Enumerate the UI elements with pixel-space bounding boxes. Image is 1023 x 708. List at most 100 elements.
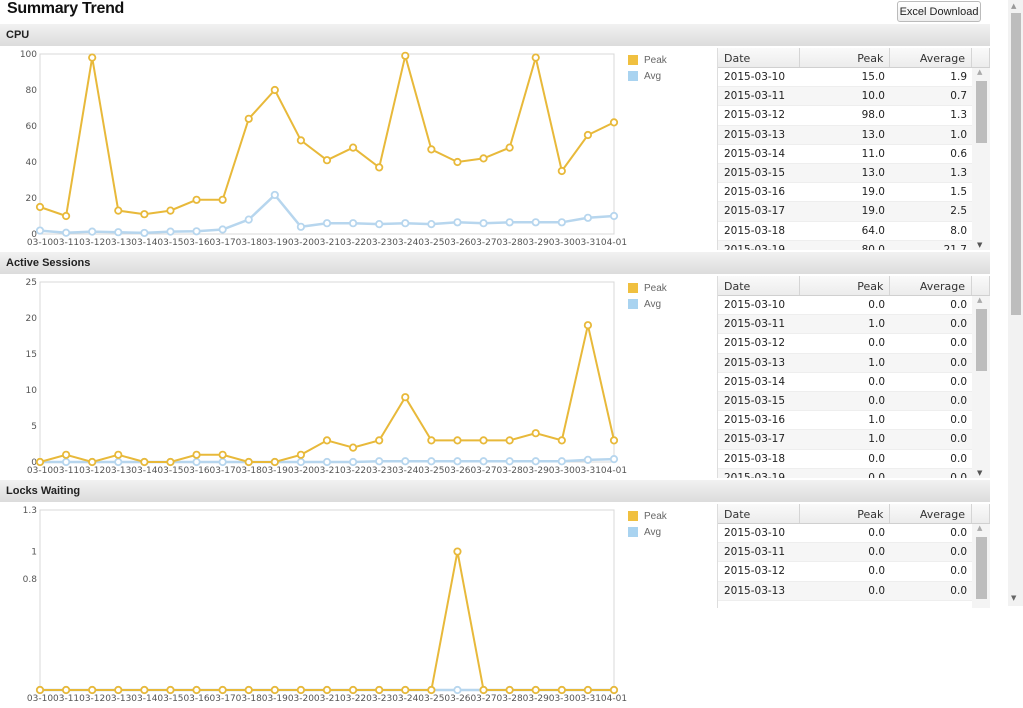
table-row[interactable]: 2015-03-14 0.0 0.0 — [718, 373, 973, 392]
scroll-up-icon[interactable]: ▲ — [977, 68, 982, 76]
excel-download-button[interactable]: Excel Download — [897, 1, 981, 22]
data-point-peak[interactable] — [427, 145, 436, 154]
data-point-avg[interactable] — [375, 220, 384, 229]
data-point-peak[interactable] — [244, 114, 253, 123]
data-point-peak[interactable] — [296, 136, 306, 145]
table-row[interactable]: 2015-03-17 1.0 0.0 — [718, 430, 973, 450]
legend-item-peak[interactable]: Peak — [628, 508, 667, 524]
data-point-peak[interactable] — [192, 195, 201, 204]
data-point-peak[interactable] — [296, 685, 306, 695]
table-row[interactable]: 2015-03-11 10.0 0.7 — [718, 87, 973, 107]
data-point-avg[interactable] — [505, 457, 514, 466]
data-point-peak[interactable] — [479, 436, 488, 445]
scroll-down-icon[interactable]: ▼ — [977, 469, 982, 477]
data-point-avg[interactable] — [35, 226, 45, 235]
data-point-peak[interactable] — [322, 156, 332, 165]
data-point-peak[interactable] — [192, 450, 201, 459]
data-point-peak[interactable] — [375, 685, 384, 695]
data-point-avg[interactable] — [375, 457, 384, 466]
data-point-peak[interactable] — [270, 85, 279, 95]
data-point-avg[interactable] — [453, 685, 462, 695]
data-point-avg[interactable] — [583, 213, 593, 222]
table-row[interactable]: 2015-03-19 80.0 21.7 — [718, 240, 973, 250]
data-point-peak[interactable] — [531, 53, 540, 62]
data-point-peak[interactable] — [61, 211, 71, 221]
scroll-up-icon[interactable]: ▲ — [1011, 2, 1016, 10]
data-point-peak[interactable] — [557, 166, 566, 176]
data-point-avg[interactable] — [322, 457, 332, 467]
data-point-avg[interactable] — [557, 457, 566, 466]
column-header-peak[interactable]: Peak — [800, 504, 891, 523]
column-header-date[interactable]: Date — [718, 504, 800, 523]
data-point-peak[interactable] — [609, 436, 619, 445]
data-point-peak[interactable] — [453, 547, 462, 556]
legend-item-peak[interactable]: Peak — [628, 52, 667, 68]
data-point-peak[interactable] — [35, 685, 45, 695]
data-point-peak[interactable] — [140, 457, 149, 467]
data-point-peak[interactable] — [218, 450, 227, 459]
data-point-avg[interactable] — [192, 227, 201, 236]
data-point-avg[interactable] — [505, 218, 514, 227]
data-point-peak[interactable] — [35, 202, 45, 212]
table-row[interactable]: 2015-03-12 0.0 0.0 — [718, 334, 973, 354]
data-point-avg[interactable] — [609, 211, 619, 221]
data-point-peak[interactable] — [479, 154, 488, 163]
column-header-average[interactable]: Average — [890, 48, 973, 67]
data-point-peak[interactable] — [244, 457, 253, 467]
table-row[interactable]: 2015-03-13 13.0 1.0 — [718, 125, 973, 145]
column-header-date[interactable]: Date — [718, 48, 800, 67]
data-point-avg[interactable] — [61, 228, 71, 237]
data-point-avg[interactable] — [401, 219, 410, 228]
data-point-avg[interactable] — [609, 455, 619, 464]
data-point-avg[interactable] — [166, 227, 175, 236]
data-point-avg[interactable] — [453, 457, 462, 466]
data-point-peak[interactable] — [218, 685, 227, 695]
data-point-avg[interactable] — [531, 218, 540, 227]
table-row[interactable]: 2015-03-13 0.0 0.0 — [718, 581, 973, 601]
table-row[interactable]: 2015-03-10 0.0 0.0 — [718, 296, 973, 316]
data-point-avg[interactable] — [244, 215, 253, 224]
data-point-peak[interactable] — [401, 393, 410, 402]
data-point-avg[interactable] — [218, 225, 227, 234]
data-point-peak[interactable] — [453, 436, 462, 445]
data-point-peak[interactable] — [375, 163, 384, 172]
data-point-peak[interactable] — [166, 206, 175, 215]
data-point-peak[interactable] — [375, 436, 384, 445]
table-row[interactable]: 2015-03-10 15.0 1.9 — [718, 68, 973, 88]
data-point-peak[interactable] — [192, 685, 201, 695]
data-point-avg[interactable] — [192, 457, 201, 467]
scroll-up-icon[interactable]: ▲ — [977, 524, 982, 532]
data-point-peak[interactable] — [583, 685, 593, 695]
data-point-peak[interactable] — [140, 685, 149, 695]
data-point-peak[interactable] — [427, 685, 436, 695]
data-point-peak[interactable] — [609, 685, 619, 695]
data-point-avg[interactable] — [583, 455, 593, 464]
table-scrollbar-thumb[interactable] — [976, 309, 987, 371]
data-point-peak[interactable] — [88, 457, 97, 467]
data-point-avg[interactable] — [427, 220, 436, 229]
data-point-peak[interactable] — [505, 143, 514, 152]
data-point-peak[interactable] — [401, 685, 410, 695]
data-point-avg[interactable] — [114, 228, 123, 237]
table-row[interactable]: 2015-03-16 1.0 0.0 — [718, 411, 973, 431]
data-point-avg[interactable] — [322, 219, 332, 228]
data-point-peak[interactable] — [531, 429, 540, 438]
data-point-peak[interactable] — [270, 685, 279, 695]
data-point-avg[interactable] — [479, 457, 488, 466]
data-point-peak[interactable] — [505, 685, 514, 695]
data-point-avg[interactable] — [479, 219, 488, 228]
legend-item-avg[interactable]: Avg — [628, 296, 667, 312]
data-point-avg[interactable] — [218, 457, 227, 467]
data-point-peak[interactable] — [166, 685, 175, 695]
data-point-avg[interactable] — [453, 218, 462, 227]
data-point-peak[interactable] — [348, 685, 358, 695]
data-point-avg[interactable] — [114, 457, 123, 467]
scroll-down-icon[interactable]: ▼ — [977, 241, 982, 249]
data-point-peak[interactable] — [453, 157, 462, 167]
table-row[interactable]: 2015-03-15 0.0 0.0 — [718, 391, 973, 412]
data-point-avg[interactable] — [296, 222, 306, 231]
data-point-peak[interactable] — [531, 685, 540, 695]
data-point-avg[interactable] — [531, 457, 540, 466]
table-body[interactable]: 2015-03-10 0.0 0.0 2015-03-11 1.0 0.0 2015-03-… — [718, 296, 990, 478]
table-body[interactable]: 2015-03-10 0.0 0.0 2015-03-11 0.0 0.0 2015-03-… — [718, 524, 990, 608]
